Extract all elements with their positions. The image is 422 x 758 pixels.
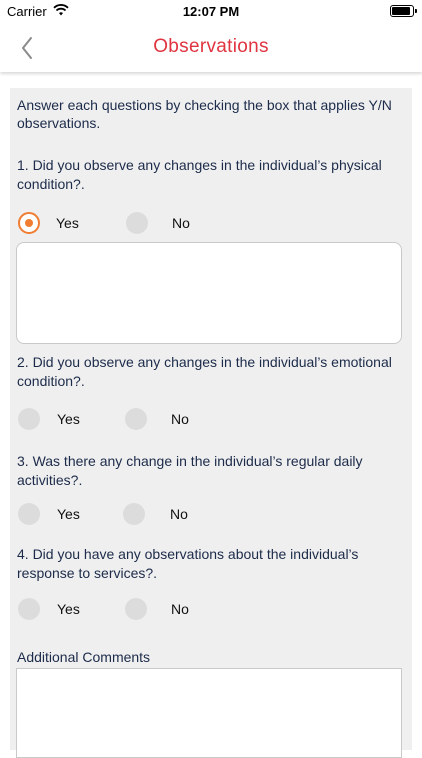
instructions-text: Answer each questions by checking the bo… — [17, 97, 392, 131]
question-3-no-label: No — [170, 506, 188, 522]
question-1-no-radio[interactable] — [126, 212, 148, 234]
question-1-details-input[interactable] — [16, 242, 402, 344]
additional-comments-label: Additional Comments — [17, 649, 151, 665]
question-2-text: 2. Did you observe any changes in the in… — [17, 354, 392, 389]
status-bar: Carrier 12:07 PM — [0, 0, 422, 24]
question-1-no-label: No — [172, 215, 190, 231]
additional-comments-input[interactable] — [16, 668, 402, 758]
question-2-no-label: No — [171, 411, 189, 427]
question-4-no-radio[interactable] — [125, 598, 147, 620]
navigation-bar: Observations — [0, 24, 422, 72]
question-4-no-label: No — [171, 601, 189, 617]
question-1-yes-radio[interactable] — [18, 212, 40, 234]
question-1-yes-label: Yes — [56, 215, 79, 231]
page-title: Observations — [153, 36, 269, 57]
question-4-text: 4. Did you have any observations about t… — [17, 546, 359, 581]
question-2-options: Yes No — [17, 408, 397, 432]
question-2-yes-label: Yes — [57, 411, 80, 427]
question-3-options: Yes No — [17, 503, 397, 527]
question-2-yes-radio[interactable] — [18, 408, 40, 430]
question-4-yes-label: Yes — [57, 601, 80, 617]
question-3-text: 3. Was there any change in the individua… — [17, 453, 363, 488]
battery-icon — [390, 5, 417, 17]
question-2-no-radio[interactable] — [125, 408, 147, 430]
question-3-yes-radio[interactable] — [18, 503, 40, 525]
question-1-text: 1. Did you observe any changes in the in… — [17, 157, 382, 192]
question-1-options: Yes No — [17, 212, 397, 236]
question-4-options: Yes No — [17, 598, 397, 622]
question-4-yes-radio[interactable] — [18, 598, 40, 620]
question-3-yes-label: Yes — [57, 506, 80, 522]
clock: 12:07 PM — [182, 4, 240, 19]
observations-form: Answer each questions by checking the bo… — [10, 88, 412, 758]
question-3-no-radio[interactable] — [123, 503, 145, 525]
